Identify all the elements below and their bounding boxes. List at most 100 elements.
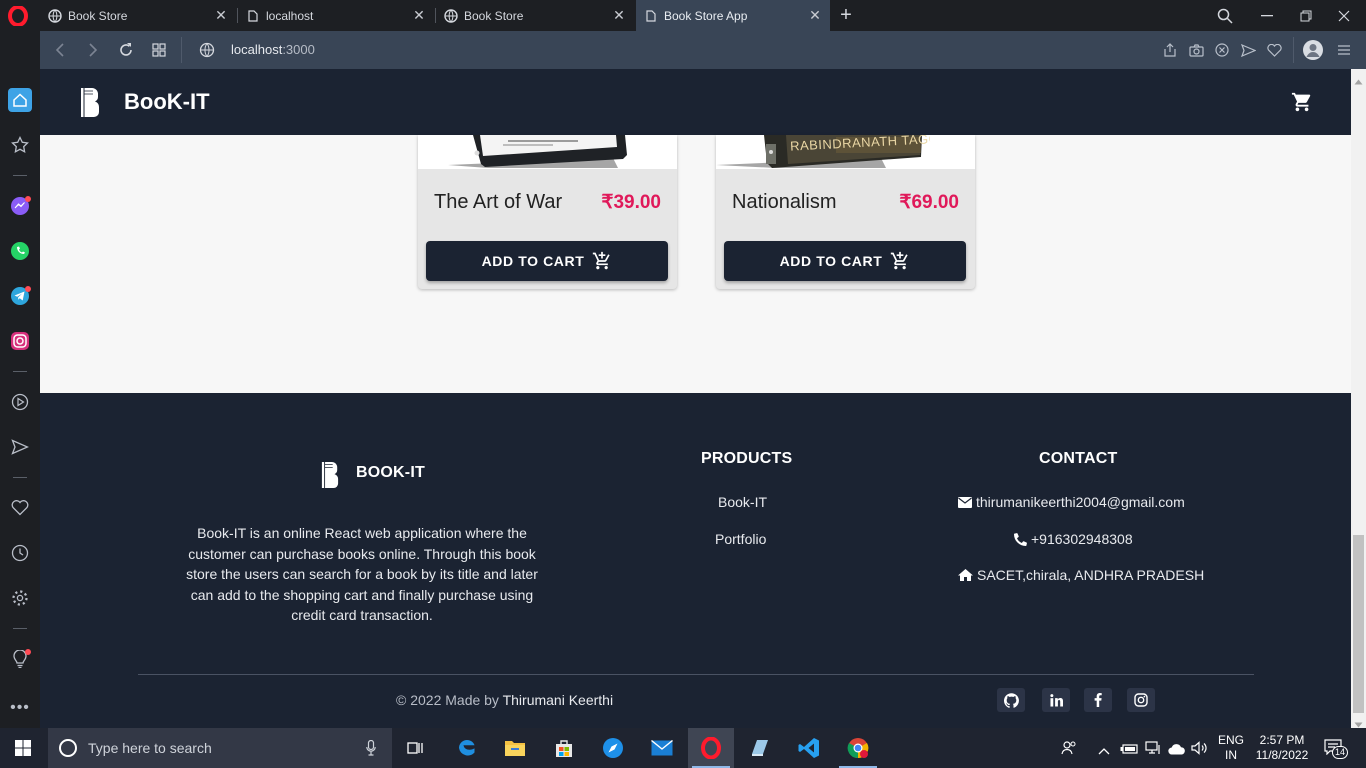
whatsapp-icon[interactable]	[8, 239, 32, 263]
chrome-icon[interactable]	[835, 728, 881, 768]
task-view-icon[interactable]	[393, 728, 439, 768]
easy-setup-menu-icon[interactable]	[1334, 40, 1354, 60]
more-options-icon[interactable]: •••	[8, 696, 32, 720]
close-tab-icon[interactable]: ✕	[412, 8, 426, 22]
share-icon[interactable]	[1160, 40, 1180, 60]
linkedin-icon[interactable]	[1042, 688, 1070, 712]
tab-book-store-2[interactable]: Book Store ✕	[436, 0, 634, 31]
copyright-text: © 2022 Made by Thirumani Keerthi	[396, 692, 613, 708]
home-icon[interactable]	[8, 88, 32, 112]
contact-email[interactable]: thirumanikeerthi2004@gmail.com	[958, 494, 1185, 510]
clock[interactable]: 2:57 PM 11/8/2022	[1254, 733, 1310, 763]
footer-brand: BOOK-IT	[356, 464, 425, 481]
my-flow-icon[interactable]	[8, 435, 32, 459]
site-info-globe-icon[interactable]	[197, 40, 217, 60]
instagram-icon[interactable]	[1127, 688, 1155, 712]
book-cover-image[interactable]	[418, 135, 677, 169]
footer-logo-icon	[321, 460, 339, 490]
file-explorer-icon[interactable]	[492, 728, 538, 768]
web-page: BooK-IT The Art of War ₹39.00 ADD TO CAR…	[40, 69, 1351, 728]
product-price: ₹39.00	[601, 192, 661, 213]
close-tab-icon[interactable]: ✕	[808, 8, 822, 22]
battery-icon[interactable]	[1120, 742, 1138, 754]
scroll-down-arrow-icon[interactable]	[1354, 716, 1363, 728]
notification-count-badge: 14	[1332, 746, 1348, 759]
settings-gear-icon[interactable]	[8, 586, 32, 610]
opera-logo-icon[interactable]	[8, 5, 30, 27]
footer-link-book-it[interactable]: Book-IT	[718, 494, 767, 510]
adblock-icon[interactable]	[1212, 40, 1232, 60]
url-host: localhost	[231, 42, 283, 57]
close-tab-icon[interactable]: ✕	[214, 8, 228, 22]
network-icon[interactable]	[1145, 741, 1162, 755]
notes-app-icon[interactable]	[737, 728, 783, 768]
people-icon[interactable]	[1061, 740, 1077, 756]
back-icon[interactable]	[50, 40, 70, 60]
new-tab-button[interactable]: +	[836, 4, 856, 26]
clock-date: 11/8/2022	[1255, 748, 1309, 762]
page-scrollbar[interactable]	[1351, 69, 1366, 728]
footer-about-text: Book-IT is an online React web applicati…	[186, 525, 538, 623]
history-clock-icon[interactable]	[8, 541, 32, 565]
contact-phone[interactable]: +916302948308	[1014, 531, 1133, 547]
url-field[interactable]: localhost:3000	[231, 42, 315, 57]
author-name[interactable]: Thirumani Keerthi	[503, 692, 614, 708]
brand-logo-icon[interactable]	[80, 87, 100, 118]
microphone-icon[interactable]	[366, 740, 376, 756]
bookmarks-heart-icon[interactable]	[8, 496, 32, 520]
reload-icon[interactable]	[116, 40, 136, 60]
language-indicator[interactable]: ENG IN	[1218, 733, 1244, 763]
site-footer: BOOK-IT Book-IT is an online React web a…	[40, 393, 1351, 728]
vscode-icon[interactable]	[786, 728, 832, 768]
add-to-cart-label: ADD TO CART	[779, 253, 883, 269]
github-icon[interactable]	[997, 688, 1025, 712]
close-tab-icon[interactable]: ✕	[612, 8, 626, 22]
forward-icon[interactable]	[83, 40, 103, 60]
footer-link-portfolio[interactable]: Portfolio	[715, 531, 766, 547]
globe-icon	[444, 8, 458, 23]
minimize-icon[interactable]	[1248, 0, 1286, 31]
restore-icon[interactable]	[1287, 0, 1325, 31]
onedrive-cloud-icon[interactable]	[1168, 742, 1186, 755]
scrollbar-thumb[interactable]	[1353, 535, 1364, 713]
add-to-cart-button[interactable]: ADD TO CART	[724, 241, 966, 281]
add-to-cart-label: ADD TO CART	[481, 253, 585, 269]
taskbar-search-box[interactable]: Type here to search	[48, 728, 392, 768]
notification-center-icon[interactable]: 14	[1324, 739, 1348, 759]
address-bar: localhost:3000	[40, 31, 1366, 69]
search-tabs-icon[interactable]	[1206, 0, 1244, 31]
taskbar-search-placeholder: Type here to search	[88, 740, 212, 756]
phone-icon	[1014, 532, 1027, 546]
volume-icon[interactable]	[1191, 741, 1208, 755]
page-icon	[644, 9, 658, 23]
close-window-icon[interactable]	[1325, 0, 1363, 31]
tab-title: Book Store App	[664, 8, 748, 23]
bookmark-heart-icon[interactable]	[1264, 40, 1284, 60]
brand-name[interactable]: BooK-IT	[124, 89, 210, 115]
safari-compass-icon[interactable]	[590, 728, 636, 768]
book-cover-image[interactable]: RABINDRANATH TAGORE	[716, 135, 975, 169]
cart-icon[interactable]	[1291, 91, 1313, 113]
tab-localhost[interactable]: localhost ✕	[238, 0, 434, 31]
edge-browser-icon[interactable]	[444, 728, 490, 768]
instagram-sidebar-icon[interactable]	[8, 329, 32, 353]
windows-start-icon[interactable]	[0, 728, 46, 768]
show-hidden-icons-chevron-icon[interactable]	[1098, 742, 1110, 755]
opera-taskbar-icon[interactable]	[688, 728, 734, 768]
snapshot-camera-icon[interactable]	[1186, 40, 1206, 60]
speed-dial-star-icon[interactable]	[8, 133, 32, 157]
add-to-cart-button[interactable]: ADD TO CART	[426, 241, 668, 281]
facebook-icon[interactable]	[1084, 688, 1112, 712]
envelope-icon	[958, 496, 972, 508]
microsoft-store-icon[interactable]	[541, 728, 587, 768]
product-card: RABINDRANATH TAGORE Nationalism ₹69.00 A…	[716, 135, 975, 289]
send-icon[interactable]	[1238, 40, 1258, 60]
scroll-up-arrow-icon[interactable]	[1354, 72, 1363, 85]
player-icon[interactable]	[8, 390, 32, 414]
tab-grid-icon[interactable]	[149, 40, 169, 60]
product-price: ₹69.00	[899, 192, 959, 213]
tab-book-store-app[interactable]: Book Store App ✕	[636, 0, 830, 31]
profile-avatar-icon[interactable]	[1302, 39, 1324, 61]
mail-icon[interactable]	[639, 728, 685, 768]
tab-book-store-1[interactable]: Book Store ✕	[40, 0, 236, 31]
